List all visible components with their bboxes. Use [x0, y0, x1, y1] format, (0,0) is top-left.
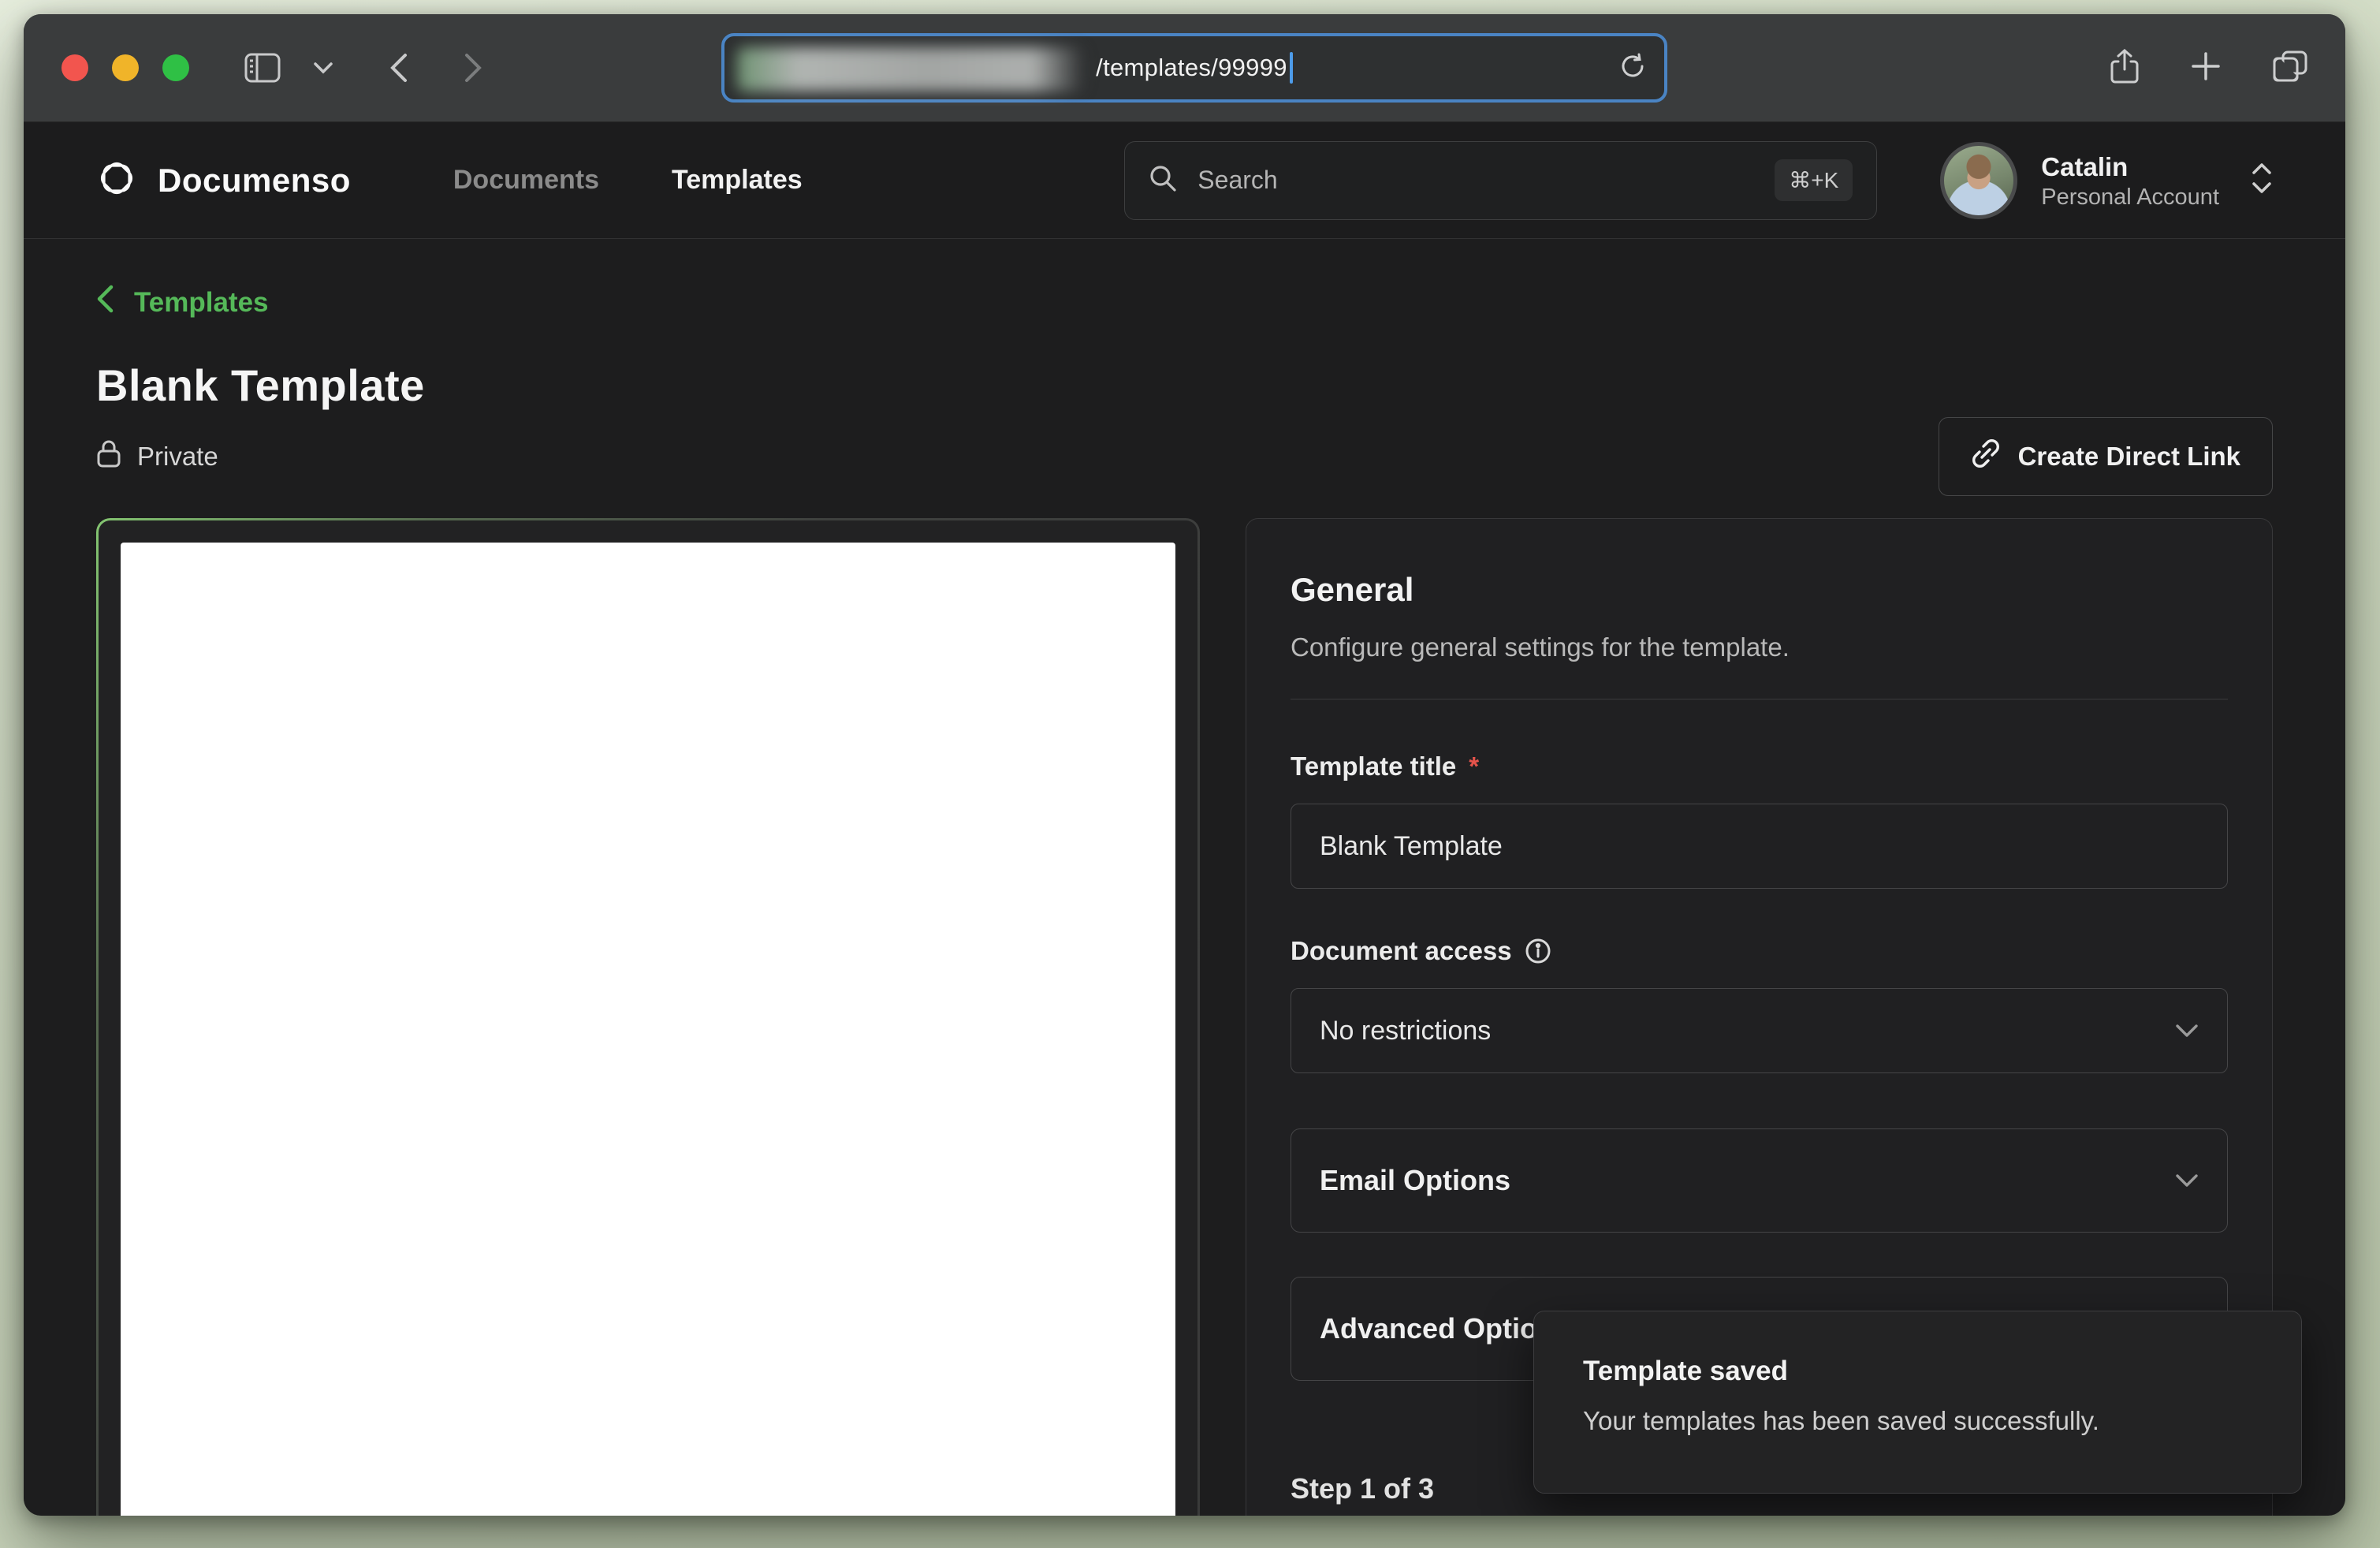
link-icon	[1971, 438, 2001, 475]
reload-icon[interactable]	[1618, 52, 1647, 84]
redacted-url-segment	[737, 47, 1084, 91]
visibility-label: Private	[137, 442, 218, 472]
search-shortcut-badge: ⌘+K	[1775, 159, 1853, 201]
share-icon[interactable]	[2110, 49, 2139, 88]
document-page-preview	[121, 543, 1175, 1516]
url-bar[interactable]: /templates/99999	[721, 33, 1667, 103]
browser-chrome: /templates/99999	[24, 14, 2345, 122]
toast-title: Template saved	[1583, 1356, 2252, 1387]
toast-message: Your templates has been saved successful…	[1583, 1406, 2252, 1436]
chevron-down-icon	[2175, 1024, 2199, 1038]
template-title-input[interactable]	[1291, 804, 2228, 889]
chevron-down-icon	[2175, 1173, 2199, 1188]
traffic-lights	[61, 54, 189, 81]
app-header: Documenso Documents Templates ⌘+K Catali…	[24, 122, 2345, 239]
chevrons-up-down-icon	[2251, 162, 2273, 199]
back-button[interactable]	[389, 52, 408, 84]
chevron-down-icon[interactable]	[314, 62, 333, 74]
document-preview-card	[96, 518, 1200, 1516]
brand-name: Documenso	[158, 162, 351, 200]
breadcrumb[interactable]: Templates	[96, 285, 269, 320]
account-name: Catalin	[2041, 150, 2219, 185]
page-title: Blank Template	[96, 360, 2273, 411]
toast-notification[interactable]: Template saved Your templates has been s…	[1533, 1311, 2302, 1494]
create-direct-link-label: Create Direct Link	[2018, 442, 2240, 472]
brand[interactable]: Documenso	[96, 158, 351, 203]
search-input[interactable]	[1197, 166, 1754, 195]
minimize-window-button[interactable]	[112, 54, 139, 81]
url-path: /templates/99999	[1096, 54, 1287, 82]
info-icon[interactable]	[1525, 938, 1551, 964]
new-tab-icon[interactable]	[2191, 51, 2221, 85]
required-asterisk: *	[1469, 752, 1479, 781]
search-bar[interactable]: ⌘+K	[1124, 141, 1877, 220]
email-options-toggle[interactable]: Email Options	[1291, 1128, 2228, 1233]
document-access-value: No restrictions	[1320, 1016, 1491, 1046]
document-access-select[interactable]: No restrictions	[1291, 988, 2228, 1073]
nav-documents[interactable]: Documents	[453, 165, 599, 196]
account-menu[interactable]: Catalin Personal Account	[1940, 142, 2273, 219]
avatar	[1940, 142, 2017, 219]
main-nav: Documents Templates	[453, 165, 803, 196]
account-type: Personal Account	[2041, 185, 2219, 211]
search-icon	[1149, 164, 1177, 196]
panel-description: Configure general settings for the templ…	[1291, 632, 2228, 662]
close-window-button[interactable]	[61, 54, 88, 81]
text-caret	[1290, 52, 1293, 84]
sidebar-toggle-icon[interactable]	[244, 53, 281, 83]
email-options-label: Email Options	[1320, 1164, 1510, 1197]
breadcrumb-label: Templates	[134, 287, 269, 319]
documenso-logo-icon	[96, 158, 137, 203]
forward-button[interactable]	[464, 52, 482, 84]
create-direct-link-button[interactable]: Create Direct Link	[1939, 417, 2273, 496]
browser-window: /templates/99999	[24, 14, 2345, 1516]
chevron-left-icon	[96, 285, 114, 320]
template-title-label: Template title	[1291, 752, 1456, 781]
panel-heading: General	[1291, 571, 2228, 609]
tab-overview-icon[interactable]	[2273, 50, 2307, 86]
zoom-window-button[interactable]	[162, 54, 189, 81]
document-access-label: Document access	[1291, 936, 1512, 966]
lock-icon	[96, 439, 121, 474]
nav-templates[interactable]: Templates	[672, 165, 803, 196]
